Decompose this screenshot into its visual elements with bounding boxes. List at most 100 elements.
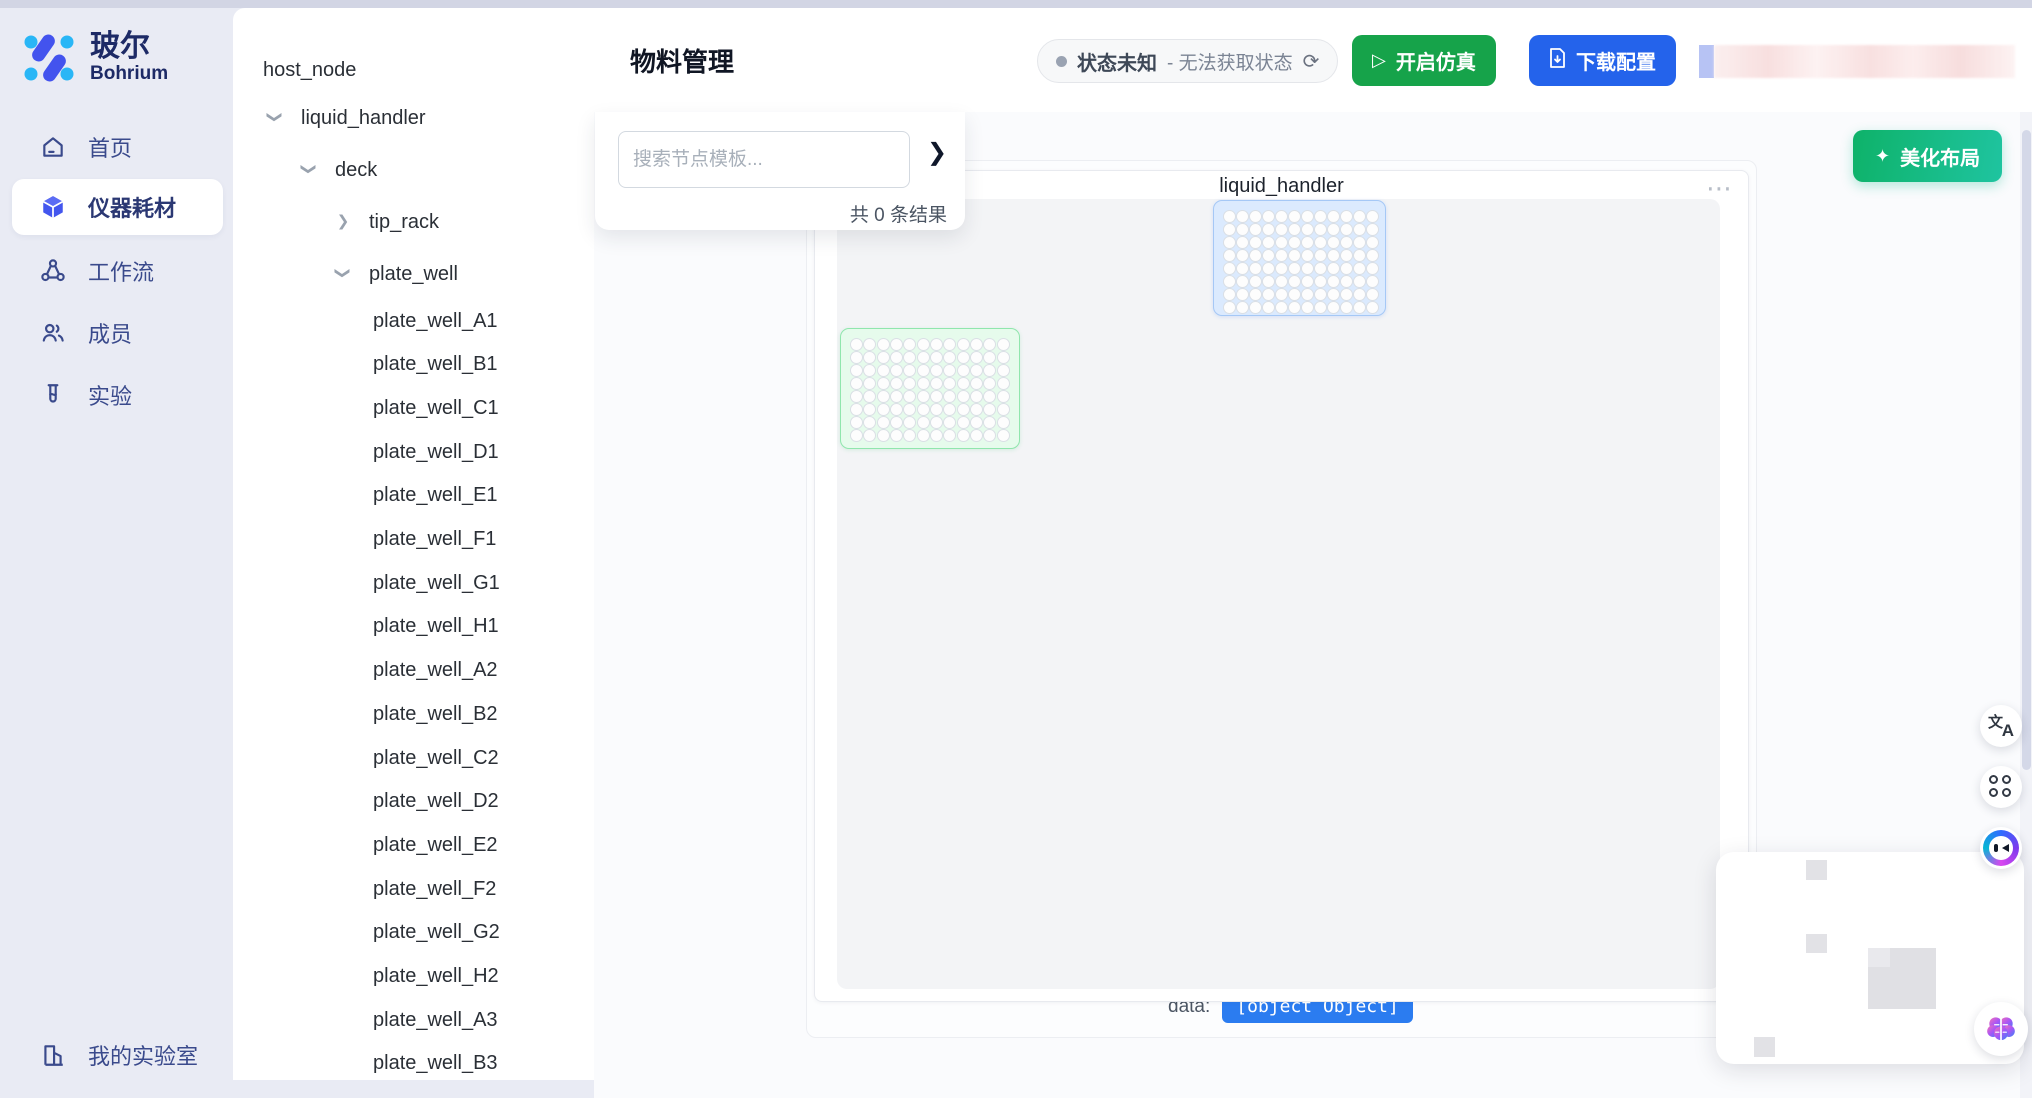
well [1275,210,1288,223]
well [1301,288,1314,301]
tree-item-plate_well_H1[interactable]: plate_well_H1 [373,610,499,644]
well [970,377,983,390]
tree-item-plate_well_A2[interactable]: plate_well_A2 [373,654,498,688]
well [1327,301,1340,314]
well [1340,288,1353,301]
well [850,416,863,429]
tree-item-host_node[interactable]: host_node [263,53,356,87]
tree-item-plate_well_D1[interactable]: plate_well_D1 [373,435,499,469]
well [930,377,943,390]
file-download-icon [1549,48,1566,73]
well [930,429,943,442]
well [1353,262,1366,275]
well [1314,288,1327,301]
tree-item-plate_well_C2[interactable]: plate_well_C2 [373,741,499,775]
well [903,429,916,442]
well [1353,288,1366,301]
tree-item-liquid_handler[interactable]: liquid_handler [301,101,426,135]
well [863,364,876,377]
tree-item-plate_well_G2[interactable]: plate_well_G2 [373,916,500,950]
redacted-text [1714,45,2015,78]
tree-item-tip_rack[interactable]: tip_rack [369,205,439,239]
well [983,429,996,442]
expand-chevron-icon[interactable]: ❯ [927,138,947,167]
well [850,377,863,390]
tree-chevron-down-icon[interactable]: ❯ [334,265,352,281]
building-icon [40,1042,66,1068]
well [1340,301,1353,314]
well [850,364,863,377]
beautify-layout-label: 美化布局 [1900,142,1980,171]
tree-item-plate_well_G1[interactable]: plate_well_G1 [373,566,500,600]
well [997,351,1010,364]
well [890,403,903,416]
well [943,377,956,390]
well [970,390,983,403]
well [917,390,930,403]
well [1340,262,1353,275]
plate-well-plate[interactable] [840,328,1020,449]
sidebar-item-members[interactable]: 成员 [12,307,223,359]
refresh-icon[interactable]: ⟳ [1303,49,1320,74]
well [1262,288,1275,301]
well [903,364,916,377]
well [1236,236,1249,249]
deck-area[interactable] [837,199,1720,989]
ai-assistant-button[interactable] [1980,827,2022,869]
tree-item-deck[interactable]: deck [335,153,377,187]
brand-logo[interactable]: 玻尔 Bohrium [20,22,220,94]
well [1314,301,1327,314]
sidebar-item-workflow[interactable]: 工作流 [12,245,223,297]
well [903,416,916,429]
tree-item-plate_well[interactable]: plate_well [369,257,458,291]
download-config-button[interactable]: 下载配置 [1529,35,1676,86]
translate-button[interactable]: 文 A [1980,705,2022,747]
start-simulation-button[interactable]: ▷ 开启仿真 [1352,35,1496,86]
tree-item-plate_well_A1[interactable]: plate_well_A1 [373,304,498,338]
well [877,390,890,403]
well [997,390,1010,403]
tree-item-plate_well_B1[interactable]: plate_well_B1 [373,348,498,382]
well [1288,210,1301,223]
tip-rack-plate[interactable] [1213,200,1386,316]
liquid-handler-node[interactable]: liquid_handler ⋯ [814,170,1749,1002]
sidebar-item-experiments[interactable]: 实验 [12,369,223,421]
apps-button[interactable] [1980,766,2022,808]
tree-item-plate_well_D2[interactable]: plate_well_D2 [373,785,499,819]
well [1236,262,1249,275]
well [877,416,890,429]
well [1353,301,1366,314]
sidebar-item-home[interactable]: 首页 [12,121,223,173]
tree-chevron-down-icon[interactable]: ❯ [266,109,284,125]
well [1340,249,1353,262]
brand-name: 玻尔 Bohrium [90,31,168,85]
beautify-layout-button[interactable]: ✦ 美化布局 [1853,130,2002,182]
tree-item-plate_well_E1[interactable]: plate_well_E1 [373,479,498,513]
well [1314,223,1327,236]
tree-item-plate_well_B2[interactable]: plate_well_B2 [373,697,498,731]
tree-item-plate_well_F2[interactable]: plate_well_F2 [373,872,496,906]
tree-item-plate_well_A3[interactable]: plate_well_A3 [373,1003,498,1037]
tree-item-plate_well_E2[interactable]: plate_well_E2 [373,828,498,862]
tree-chevron-down-icon[interactable]: ❯ [300,161,318,177]
tree-item-plate_well_B3[interactable]: plate_well_B3 [373,1047,498,1080]
tree-item-plate_well_F1[interactable]: plate_well_F1 [373,523,496,557]
well [1275,249,1288,262]
play-icon: ▷ [1372,50,1386,71]
well [1314,262,1327,275]
tree-chevron-right-icon[interactable]: ❯ [335,212,351,230]
well [1236,275,1249,288]
sidebar-item-my-lab[interactable]: 我的实验室 [12,1027,223,1083]
sparkles-icon: ✦ [1875,146,1890,167]
sidebar-item-instruments[interactable]: 仪器耗材 [12,179,223,235]
well [890,338,903,351]
well [1236,249,1249,262]
tree-item-plate_well_C1[interactable]: plate_well_C1 [373,391,499,425]
scrollbar-thumb[interactable] [2022,130,2031,770]
brain-assistant-button[interactable] [1974,1002,2028,1056]
search-input[interactable] [618,131,910,188]
tree-item-plate_well_H2[interactable]: plate_well_H2 [373,960,499,994]
well [877,377,890,390]
well [943,364,956,377]
minimap-node-rect [1754,1037,1775,1057]
